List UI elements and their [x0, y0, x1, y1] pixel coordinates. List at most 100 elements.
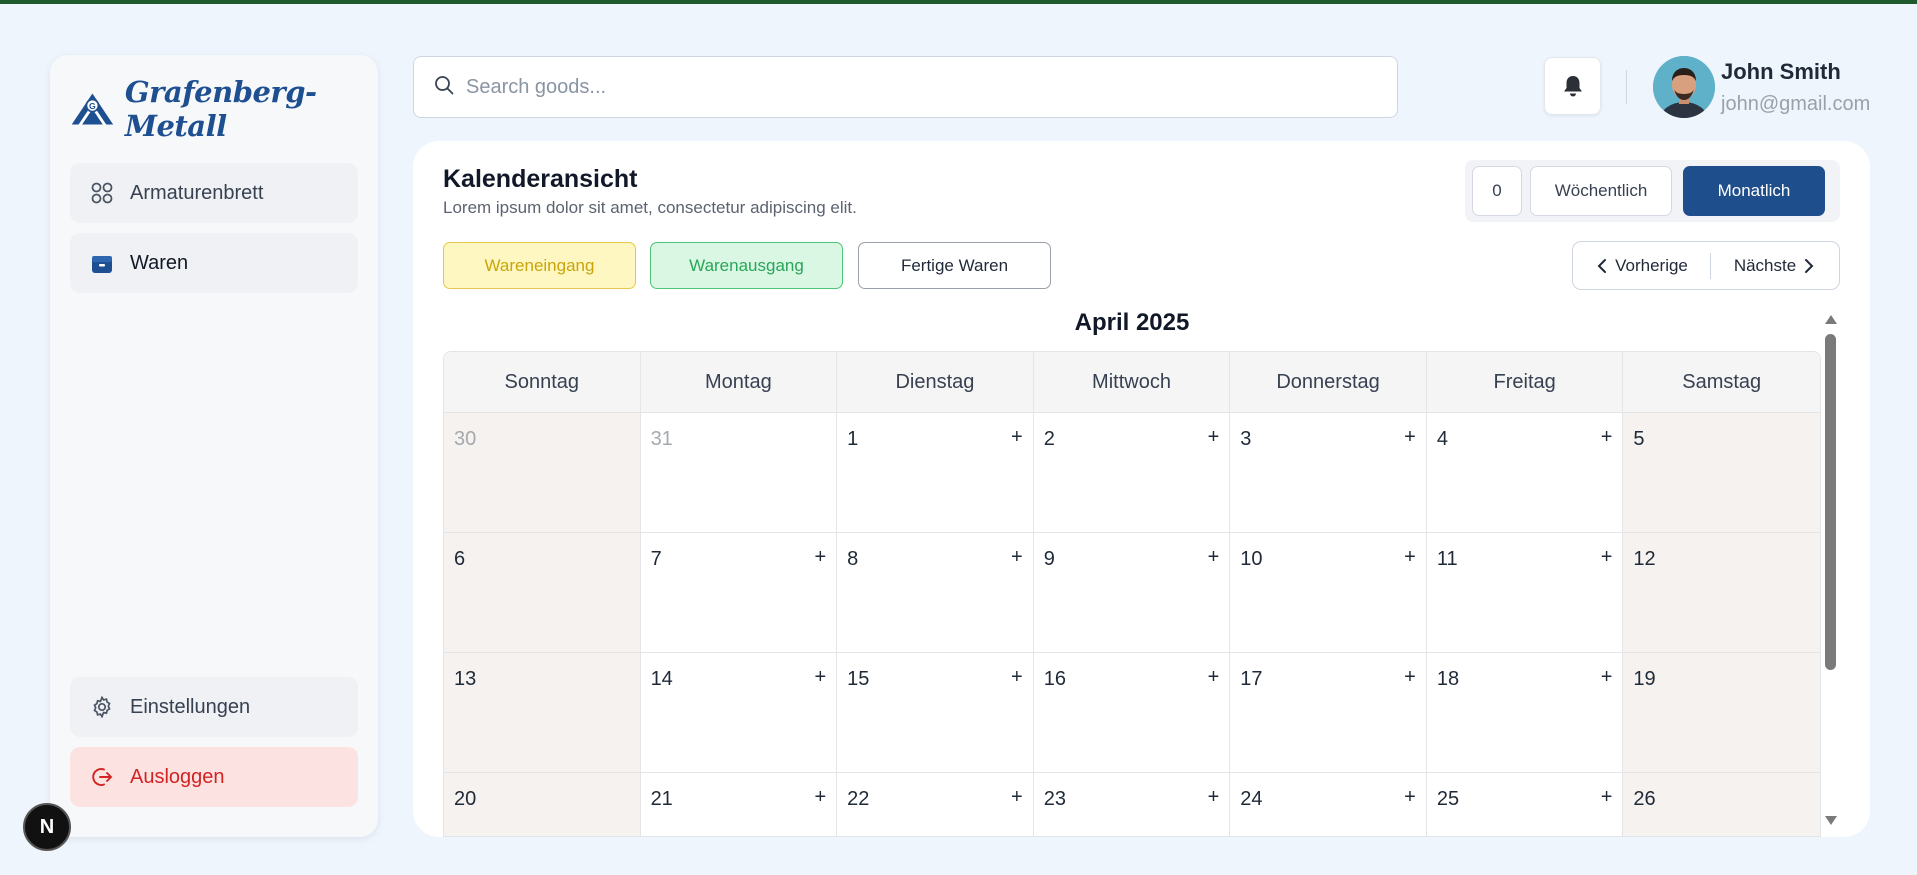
- sidebar: G Grafenberg-Metall Armaturenbrett Waren: [50, 55, 378, 837]
- filter-incoming-goods[interactable]: Wareneingang: [443, 242, 636, 289]
- brand-logo[interactable]: G Grafenberg-Metall: [70, 75, 378, 143]
- calendar-day-cell[interactable]: 11 +: [1426, 533, 1624, 653]
- user-name: John Smith: [1721, 59, 1841, 84]
- add-event-button[interactable]: +: [1011, 666, 1023, 689]
- add-event-button[interactable]: +: [814, 546, 826, 569]
- add-event-button[interactable]: +: [1601, 786, 1613, 809]
- add-event-button[interactable]: +: [1011, 426, 1023, 449]
- calendar-day-cell[interactable]: 15 +: [837, 653, 1034, 773]
- top-accent-bar: [0, 0, 1917, 4]
- calendar-day-cell[interactable]: 5: [1623, 413, 1820, 533]
- calendar-day-cell[interactable]: 31: [640, 413, 838, 533]
- day-number: 12: [1633, 548, 1656, 570]
- calendar-day-cell[interactable]: 16 +: [1033, 653, 1231, 773]
- weekday-label: Sonntag: [444, 352, 641, 413]
- user-email: john@gmail.com: [1721, 93, 1871, 115]
- add-event-button[interactable]: +: [1601, 666, 1613, 689]
- calendar-day-cell[interactable]: 20: [444, 773, 641, 836]
- day-number: 25: [1436, 788, 1460, 810]
- sidebar-item-goods[interactable]: Waren: [70, 233, 358, 293]
- calendar-day-cell[interactable]: 9 +: [1033, 533, 1231, 653]
- box-icon: [90, 251, 114, 275]
- previous-button[interactable]: Vorherige: [1573, 252, 1711, 279]
- calendar-day-cell[interactable]: 26: [1623, 773, 1820, 836]
- add-event-button[interactable]: +: [1404, 426, 1416, 449]
- calendar-day-cell[interactable]: 6: [444, 533, 641, 653]
- filter-outgoing-goods[interactable]: Warenausgang: [650, 242, 843, 289]
- weekday-label: Donnerstag: [1230, 352, 1427, 413]
- calendar-day-cell[interactable]: 23 +: [1033, 773, 1231, 836]
- weekly-view-button[interactable]: Wöchentlich: [1530, 166, 1672, 216]
- add-event-button[interactable]: +: [1208, 786, 1220, 809]
- calendar-day-cell[interactable]: 18 +: [1426, 653, 1624, 773]
- add-event-button[interactable]: +: [1601, 546, 1613, 569]
- scroll-up-arrow-icon[interactable]: [1825, 315, 1837, 324]
- calendar-day-cell[interactable]: 14 +: [640, 653, 838, 773]
- calendar-day-cell[interactable]: 21 +: [640, 773, 838, 836]
- day-number: 14: [650, 668, 673, 690]
- calendar-day-cell[interactable]: 4 +: [1426, 413, 1624, 533]
- search-icon: [434, 75, 454, 100]
- add-event-button[interactable]: +: [1601, 426, 1613, 449]
- gear-icon: [90, 695, 114, 719]
- add-event-button[interactable]: +: [1208, 666, 1220, 689]
- add-event-button[interactable]: +: [1404, 786, 1416, 809]
- sidebar-item-dashboard[interactable]: Armaturenbrett: [70, 163, 358, 223]
- calendar-day-cell[interactable]: 24 +: [1230, 773, 1427, 836]
- calendar-day-cell[interactable]: 3 +: [1230, 413, 1427, 533]
- calendar-day-cell[interactable]: 12: [1623, 533, 1820, 653]
- weekday-label: Montag: [640, 352, 838, 413]
- sidebar-item-label: Armaturenbrett: [130, 181, 264, 204]
- calendar-day-cell[interactable]: 17 +: [1230, 653, 1427, 773]
- scroll-thumb[interactable]: [1825, 334, 1836, 670]
- notifications-button[interactable]: [1544, 57, 1601, 115]
- add-event-button[interactable]: +: [814, 666, 826, 689]
- brand-mountain-icon: G: [71, 93, 114, 125]
- calendar-day-cell[interactable]: 8 +: [837, 533, 1034, 653]
- add-event-button[interactable]: +: [1404, 546, 1416, 569]
- sidebar-item-settings[interactable]: Einstellungen: [70, 677, 358, 737]
- next-button[interactable]: Nächste: [1711, 242, 1839, 289]
- add-event-button[interactable]: +: [1404, 666, 1416, 689]
- sidebar-item-logout[interactable]: Ausloggen: [70, 747, 358, 807]
- svg-text:G: G: [89, 101, 96, 111]
- day-number: 2: [1043, 428, 1055, 450]
- logout-icon: [90, 765, 114, 789]
- day-number: 8: [847, 548, 859, 570]
- calendar-scrollbar[interactable]: [1823, 315, 1837, 825]
- add-event-button[interactable]: +: [1208, 546, 1220, 569]
- add-event-button[interactable]: +: [814, 786, 826, 809]
- calendar-day-cell[interactable]: 2 +: [1033, 413, 1231, 533]
- calendar-day-cell[interactable]: 13: [444, 653, 641, 773]
- day-number: 31: [650, 428, 673, 450]
- add-event-button[interactable]: +: [1011, 786, 1023, 809]
- calendar-day-cell[interactable]: 19: [1623, 653, 1820, 773]
- day-number: 1: [847, 428, 859, 450]
- monthly-view-button[interactable]: Monatlich: [1683, 166, 1825, 216]
- calendar-day-cell[interactable]: 25 +: [1426, 773, 1624, 836]
- calendar-day-cell[interactable]: 22 +: [837, 773, 1034, 836]
- day-number: 20: [454, 788, 477, 810]
- view-switcher: 0 Wöchentlich Monatlich: [1465, 160, 1840, 222]
- calendar-day-cell[interactable]: 7 +: [640, 533, 838, 653]
- day-number: 30: [454, 428, 477, 450]
- nextjs-badge-icon[interactable]: N: [23, 803, 71, 851]
- sidebar-item-label: Ausloggen: [130, 765, 225, 788]
- previous-label: Vorherige: [1615, 255, 1688, 275]
- avatar[interactable]: [1653, 56, 1715, 118]
- add-event-button[interactable]: +: [1011, 546, 1023, 569]
- filter-finished-goods[interactable]: Fertige Waren: [858, 242, 1051, 289]
- calendar-panel: Kalenderansicht Lorem ipsum dolor sit am…: [413, 141, 1870, 837]
- calendar-day-cell[interactable]: 1 +: [837, 413, 1034, 533]
- count-button[interactable]: 0: [1472, 166, 1522, 216]
- calendar-day-cell[interactable]: 10 +: [1230, 533, 1427, 653]
- day-number: 5: [1633, 428, 1645, 450]
- search-input[interactable]: [466, 75, 1397, 99]
- day-number: 3: [1240, 428, 1252, 450]
- scroll-down-arrow-icon[interactable]: [1825, 816, 1837, 825]
- calendar-day-cell[interactable]: 30: [444, 413, 641, 533]
- add-event-button[interactable]: +: [1208, 426, 1220, 449]
- badge-label: N: [39, 815, 55, 838]
- day-number: 11: [1436, 548, 1458, 570]
- day-number: 21: [650, 788, 673, 810]
